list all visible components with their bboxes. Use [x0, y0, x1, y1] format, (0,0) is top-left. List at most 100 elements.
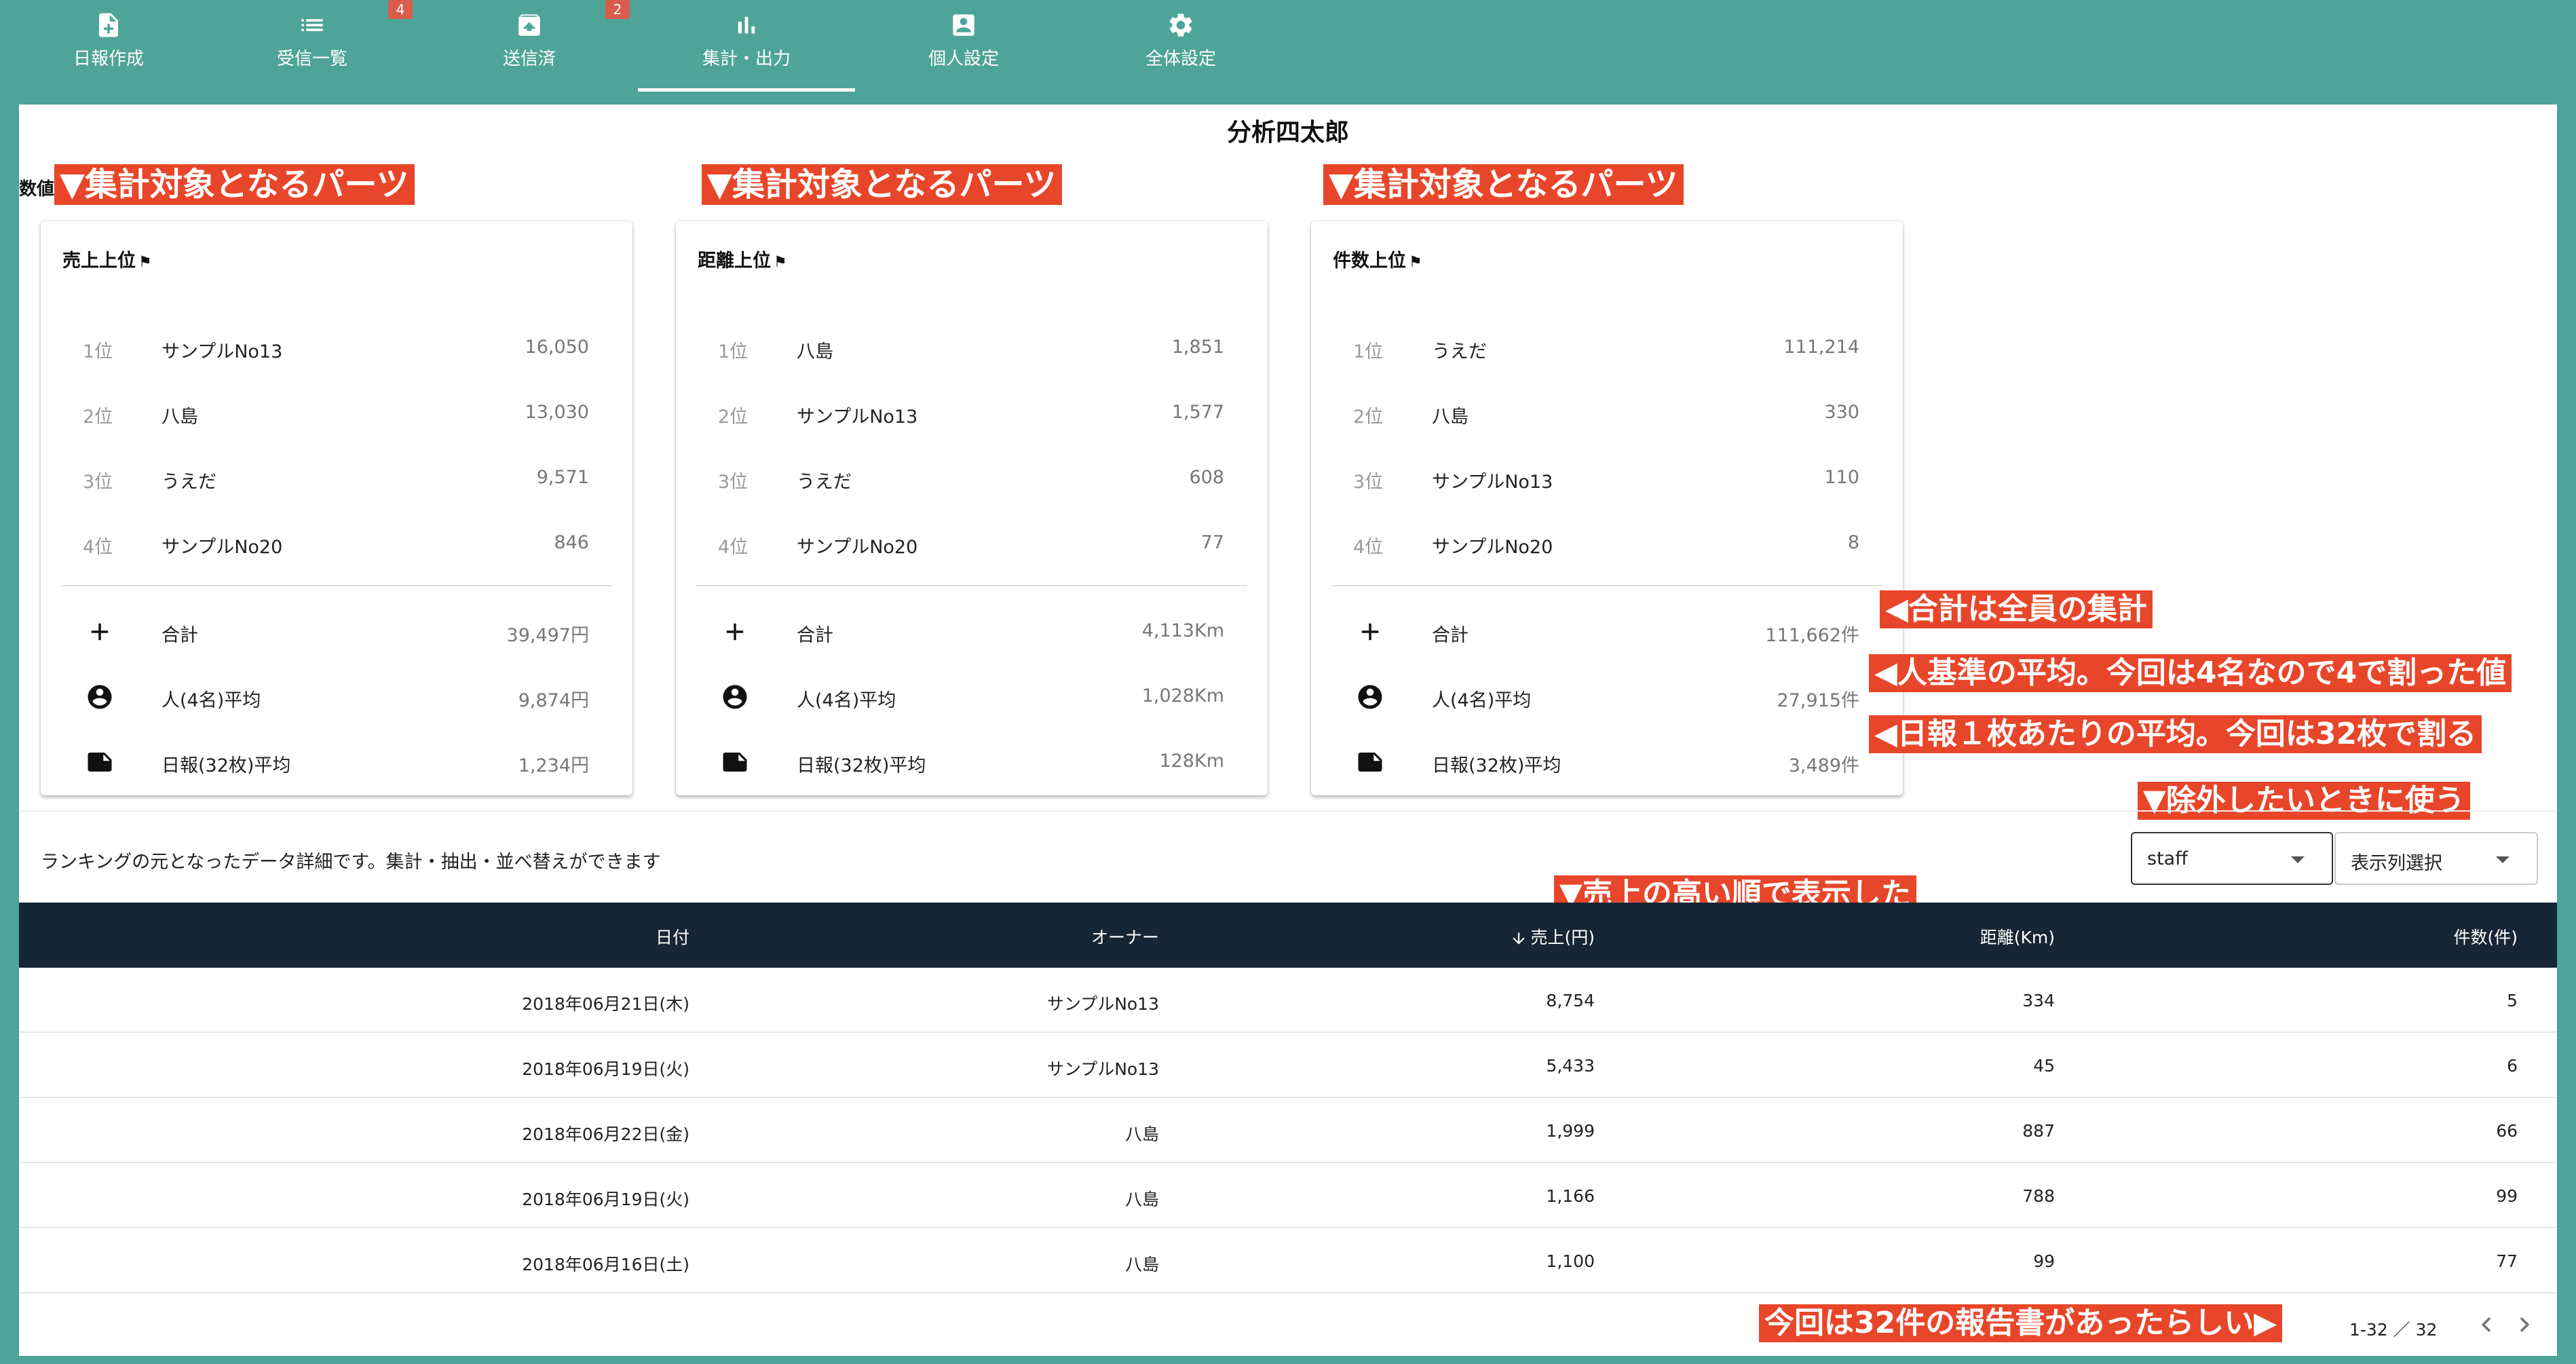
cell-owner: 八島	[1124, 1255, 1159, 1274]
rank-name: サンプルNo13	[162, 341, 283, 362]
cell-sales: 5,433	[1546, 1056, 1595, 1076]
account-box-icon	[953, 14, 974, 36]
card-title: 売上上位 ⚑	[62, 246, 152, 272]
column-header-distance[interactable]: 距離(Km)	[1980, 924, 2055, 949]
summary-label: 日報(32枚)平均	[797, 755, 926, 776]
section-label: 数値	[19, 179, 55, 200]
account-circle-icon	[88, 685, 112, 709]
nav-tab-inbox[interactable]: 受信一覧 4	[204, 0, 421, 92]
gear-icon	[1169, 14, 1192, 37]
cell-distance: 45	[2033, 1056, 2055, 1076]
cell-sales: 1,166	[1546, 1186, 1595, 1206]
note-icon	[88, 753, 112, 772]
cell-count: 6	[2507, 1056, 2518, 1076]
column-header-owner[interactable]: オーナー	[1091, 924, 1159, 949]
plus-icon	[1361, 623, 1379, 641]
dropdown-arrow-icon	[2496, 856, 2509, 863]
table-row[interactable]: 2018年06月16日(土) 八島 1,100 99 77	[19, 1228, 2557, 1293]
rank-label: 4位	[83, 537, 113, 558]
nav-tab-create-report[interactable]: 日報作成	[0, 0, 217, 92]
summary-row-person-average: 人(4名)平均 9,874円	[41, 665, 632, 730]
cell-count: 77	[2496, 1251, 2518, 1271]
previous-page-button[interactable]	[2471, 1310, 2501, 1340]
chevron-right-icon	[2520, 1317, 2530, 1332]
column-header-sales[interactable]: 売上(円)	[1510, 924, 1595, 949]
rank-row: 3位 うえだ 608	[676, 447, 1268, 512]
sent-count-badge: 2	[605, 0, 630, 19]
rank-value: 16,050	[525, 337, 589, 358]
rank-name: うえだ	[1432, 341, 1487, 362]
chevron-left-icon	[2481, 1317, 2491, 1332]
summary-row-total: 合計 39,497円	[41, 600, 632, 665]
table-row[interactable]: 2018年06月19日(火) 八島 1,166 788 99	[19, 1163, 2557, 1228]
cell-distance: 99	[2033, 1251, 2055, 1271]
column-header-count[interactable]: 件数(件)	[2453, 924, 2518, 949]
nav-tab-personal-settings[interactable]: 個人設定	[855, 0, 1072, 92]
rank-label: 2位	[1353, 406, 1384, 428]
divider	[61, 585, 612, 586]
rank-row: 4位 サンプルNo20 77	[676, 512, 1268, 577]
archive-icon	[518, 14, 540, 36]
table-header: 日付 オーナー 売上(円) 距離(Km) 件数(件)	[19, 903, 2557, 968]
nav-tab-label: 送信済	[502, 49, 556, 69]
select-value: 表示列選択	[2351, 853, 2442, 874]
summary-label: 人(4名)平均	[1432, 690, 1532, 711]
annotation-person-average: ◀人基準の平均。今回は4名なので4で割った値	[1869, 654, 2512, 692]
cell-date: 2018年06月19日(火)	[522, 1059, 689, 1079]
ranking-card-distance: 距離上位 ⚑ 1位 八島 1,851 2位 サンプルNo13 1,577 3位 うえだ 608…	[676, 221, 1268, 795]
unread-count-badge: 4	[388, 0, 413, 19]
nav-tab-label: 集計・出力	[702, 49, 791, 69]
rank-label: 3位	[83, 472, 113, 493]
annotation-exclude: ▼除外したいときに使う	[2138, 782, 2470, 820]
cell-date: 2018年06月21日(木)	[522, 994, 689, 1014]
summary-value: 39,497円	[506, 625, 589, 646]
nav-tab-aggregate-export[interactable]: 集計・出力	[638, 0, 855, 92]
rank-row: 3位 うえだ 9,571	[41, 447, 632, 512]
cell-distance: 788	[2022, 1186, 2055, 1206]
rank-label: 1位	[1353, 341, 1384, 362]
nav-tab-global-settings[interactable]: 全体設定	[1072, 0, 1289, 92]
table-row[interactable]: 2018年06月21日(木) サンプルNo13 8,754 334 5	[19, 968, 2557, 1033]
rank-value: 77	[1200, 532, 1224, 553]
rank-value: 1,577	[1171, 402, 1224, 423]
annotation-parts-1: ▼集計対象となるパーツ	[54, 164, 415, 205]
rank-name: サンプルNo20	[1432, 537, 1553, 558]
divider	[1331, 585, 1882, 586]
flag-icon: ⚑	[138, 254, 152, 271]
staff-filter-select[interactable]: staff	[2131, 832, 2333, 885]
table-row[interactable]: 2018年06月19日(火) サンプルNo13 5,433 45 6	[19, 1033, 2557, 1098]
rank-label: 2位	[718, 406, 749, 428]
table-row[interactable]: 2018年06月22日(金) 八島 1,999 887 66	[19, 1098, 2557, 1163]
select-value: staff	[2147, 848, 2188, 869]
rank-name: サンプルNo20	[162, 537, 283, 558]
rank-name: 八島	[1432, 406, 1469, 428]
pagination-range: 1-32 ／ 32	[2349, 1320, 2438, 1340]
rank-row: 2位 八島 13,030	[41, 381, 632, 447]
summary-value: 4,113Km	[1141, 620, 1224, 641]
bar-chart-icon	[738, 16, 755, 34]
note-add-icon	[99, 13, 118, 37]
rank-value: 8	[1847, 532, 1859, 553]
annotation-total: ◀合計は全員の集計	[1880, 590, 2153, 628]
column-header-label: 売上(円)	[1530, 928, 1595, 947]
rank-value: 330	[1824, 402, 1859, 423]
column-visibility-select[interactable]: 表示列選択	[2334, 832, 2538, 885]
rank-row: 3位 サンプルNo13 110	[1311, 447, 1903, 512]
top-navigation: 日報作成 受信一覧 4 送信済 2 集計・出力 個人設定 全体設定	[0, 0, 2576, 94]
rank-name: うえだ	[797, 472, 852, 493]
nav-tab-label: 受信一覧	[276, 49, 347, 69]
rank-row: 1位 八島 1,851	[676, 316, 1268, 381]
annotation-parts-2: ▼集計対象となるパーツ	[702, 164, 1062, 205]
rank-label: 1位	[83, 341, 113, 362]
next-page-button[interactable]	[2509, 1310, 2539, 1340]
page-title: 分析四太郎	[1226, 119, 1349, 147]
divider	[19, 810, 2557, 812]
rank-label: 3位	[718, 472, 749, 493]
column-header-date[interactable]: 日付	[656, 924, 689, 949]
nav-tab-sent[interactable]: 送信済 2	[421, 0, 638, 92]
note-icon	[1358, 753, 1382, 772]
annotation-report-average: ◀日報１枚あたりの平均。今回は32枚で割る	[1869, 715, 2482, 753]
ranking-card-count: 件数上位 ⚑ 1位 うえだ 111,214 2位 八島 330 3位 サンプルNo13 110…	[1311, 221, 1903, 795]
cell-count: 99	[2496, 1186, 2518, 1206]
rank-row: 4位 サンプルNo20 8	[1311, 512, 1903, 577]
